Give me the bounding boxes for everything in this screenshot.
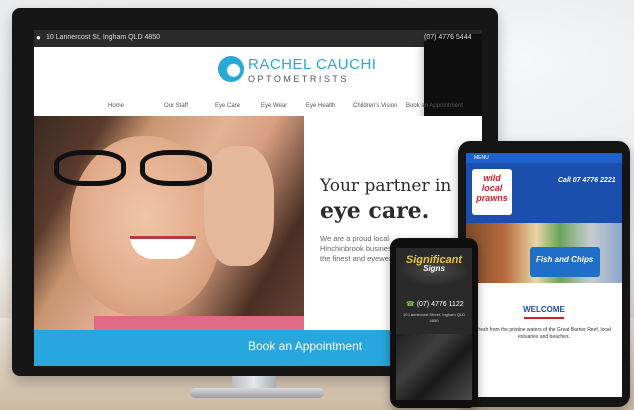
phone-address: 10 Lannercost Street, Ingham QLD 4850	[402, 312, 466, 323]
top-info-bar: ● 10 Lannercost St, Ingham QLD 4850 (07)…	[34, 30, 482, 204]
tablet-website: MENU wild local prawns Call 07 4776 2221…	[466, 153, 622, 397]
hero-photo: ● ● ●	[34, 116, 304, 356]
nav-item-childrens-vision[interactable]: Children's Vision	[353, 103, 397, 109]
tagline-line-2: eye care.	[320, 198, 430, 224]
fish-and-chips-label: Fish and Chips	[536, 255, 594, 264]
nav-item-eye-health[interactable]: Eye Health	[306, 103, 335, 109]
glasses-image	[54, 150, 224, 188]
wild-local-prawns-logo[interactable]: wild local prawns	[472, 169, 512, 215]
nav-item-eye-wear[interactable]: Eye Wear	[261, 103, 287, 109]
logo-subtitle: OPTOMETRISTS	[248, 74, 349, 84]
logo-name: RACHEL CAUCHI	[248, 56, 377, 73]
address-text: 10 Lannercost St, Ingham QLD 4850	[46, 34, 161, 41]
main-nav: Home Our Staff Eye Care Eye Wear Eye Hea…	[94, 103, 474, 115]
phone-website: Significant Signs ☎ (07) 4776 1122 10 La…	[396, 248, 472, 400]
tablet-header: wild local prawns Call 07 4776 2221	[466, 163, 622, 223]
welcome-divider	[524, 317, 564, 319]
fish-and-chips-banner[interactable]: Fish and Chips	[530, 247, 600, 277]
welcome-heading: WELCOME	[523, 305, 565, 314]
significant-signs-logo[interactable]: Significant Signs	[398, 254, 470, 286]
phone-device: Significant Signs ☎ (07) 4776 1122 10 La…	[390, 238, 478, 408]
menu-label: MENU	[474, 155, 489, 161]
location-pin-icon: ●	[36, 33, 41, 42]
phone-number: (07) 4776 1122	[416, 301, 464, 308]
nav-item-our-staff[interactable]: Our Staff	[164, 103, 188, 109]
tablet-call-text[interactable]: Call 07 4776 2221	[558, 177, 616, 184]
tagline-line-1: Your partner in	[320, 176, 452, 196]
tablet-menu-bar[interactable]: MENU	[466, 153, 622, 163]
monitor-base	[190, 388, 324, 398]
nav-item-book-appointment[interactable]: Book an Appointment	[406, 103, 463, 109]
phone-number-line[interactable]: ☎ (07) 4776 1122	[406, 300, 464, 308]
tablet-device: MENU wild local prawns Call 07 4776 2221…	[458, 141, 630, 407]
welcome-text: fresh from the pristine waters of the Gr…	[477, 327, 611, 340]
phone-photo	[396, 334, 472, 400]
site-logo[interactable]: RACHEL CAUCHI OPTOMETRISTS	[218, 54, 376, 94]
book-appointment-label: Book an Appointment	[248, 339, 363, 353]
nav-item-eye-care[interactable]: Eye Care	[215, 103, 240, 109]
phone-icon: ☎	[406, 301, 415, 308]
eye-logo-icon	[218, 56, 244, 82]
nav-item-home[interactable]: Home	[108, 103, 124, 109]
